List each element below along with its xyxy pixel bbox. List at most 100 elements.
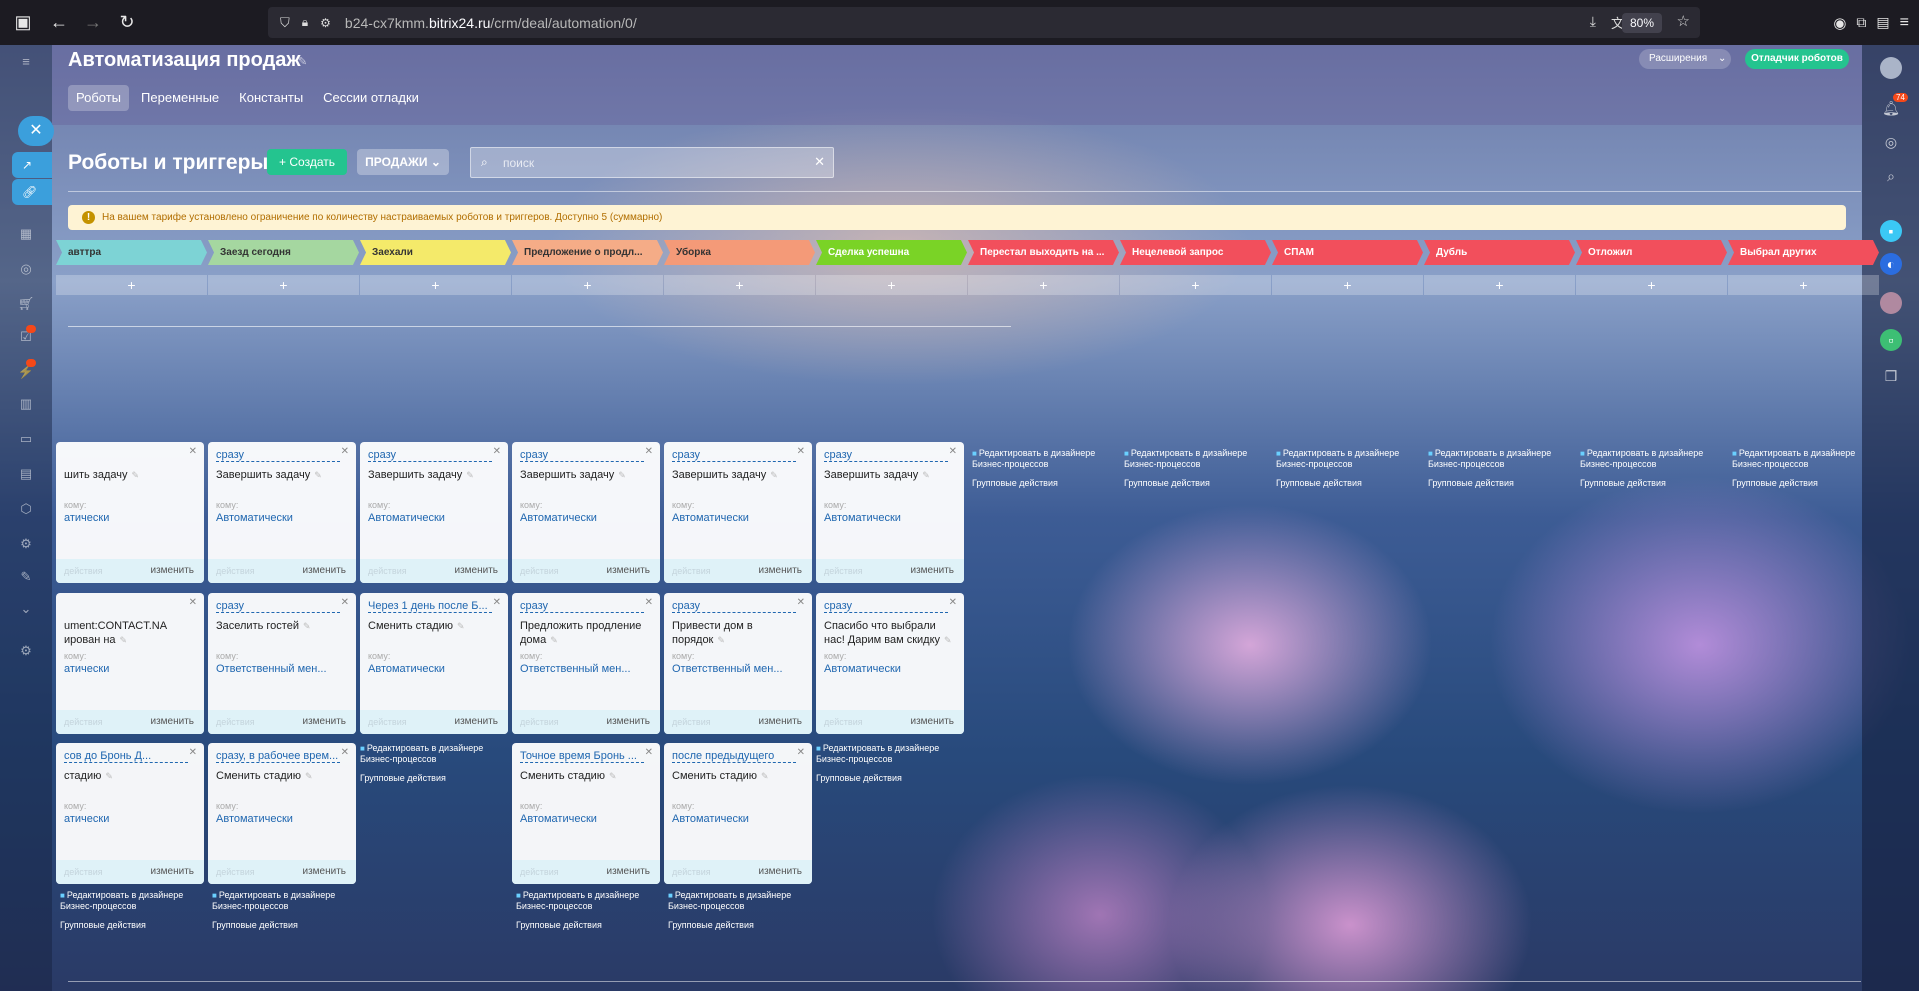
group-actions-link[interactable]: Групповые действия: [816, 773, 964, 783]
chevron-down-icon[interactable]: ⌄: [17, 600, 35, 618]
stage-column-header[interactable]: Выбрал других: [1728, 240, 1879, 265]
extensions-icon[interactable]: ⧉: [1856, 14, 1866, 31]
robot-card[interactable]: сразу ✕ Завершить задачу ✎ кому: Автоматическ…: [512, 442, 660, 583]
edit-robot-link[interactable]: изменить: [758, 716, 802, 727]
bookmarks-icon[interactable]: ▤: [1876, 14, 1889, 31]
shield-icon[interactable]: ⛉: [280, 15, 290, 31]
pencil-icon[interactable]: ✎: [922, 470, 930, 480]
assignee-link[interactable]: Автоматически: [672, 512, 806, 524]
close-icon[interactable]: ✕: [797, 446, 805, 457]
menu-icon[interactable]: ≡: [17, 53, 35, 71]
stage-column-header[interactable]: Предложение о продл...: [512, 240, 663, 265]
add-robot-button[interactable]: +: [968, 275, 1119, 295]
lock-icon[interactable]: 🔒︎: [302, 15, 308, 30]
add-robot-button[interactable]: +: [1272, 275, 1423, 295]
assignee-link[interactable]: атически: [64, 663, 198, 675]
category-selector[interactable]: ПРОДАЖИ ⌄: [357, 149, 449, 175]
robot-delay-link[interactable]: сразу: [520, 449, 644, 462]
robot-delay-link[interactable]: сов до Бронь Д...: [64, 750, 188, 763]
robot-delay-link[interactable]: сразу: [368, 449, 492, 462]
add-robot-button[interactable]: +: [360, 275, 511, 295]
cart-icon[interactable]: 🛒︎: [17, 295, 35, 313]
assignee-link[interactable]: Ответственный мен...: [672, 663, 806, 675]
pencil-icon[interactable]: ✎: [120, 635, 128, 645]
edit-robot-link[interactable]: изменить: [758, 866, 802, 877]
pencil-icon[interactable]: ✎: [131, 470, 139, 480]
add-robot-button[interactable]: +: [1576, 275, 1727, 295]
robot-card[interactable]: ✕ ument:CONTACT.NA ирован на ✎ кому: атическ…: [56, 593, 204, 734]
close-icon[interactable]: ✕: [189, 747, 197, 758]
edit-robot-link[interactable]: изменить: [910, 716, 954, 727]
group-actions-link[interactable]: Групповые действия: [212, 920, 360, 930]
robot-card[interactable]: сразу ✕ Завершить задачу ✎ кому: Автоматическ…: [360, 442, 508, 583]
group-actions-link[interactable]: Групповые действия: [1580, 478, 1728, 488]
pencil-icon[interactable]: ✎: [550, 635, 558, 645]
pencil-icon[interactable]: ✎: [105, 771, 113, 781]
assignee-link[interactable]: Автоматически: [672, 813, 806, 825]
stage-column-header[interactable]: Заехали: [360, 240, 511, 265]
assignee-link[interactable]: атически: [64, 813, 198, 825]
analytics-icon[interactable]: ▥: [17, 395, 35, 413]
edit-icon[interactable]: ✎: [17, 568, 35, 586]
robot-card[interactable]: сразу ✕ Привести дом в порядок ✎ кому: Ответс…: [664, 593, 812, 734]
robot-card[interactable]: сразу ✕ Предложить продление дома ✎ кому: Отв…: [512, 593, 660, 734]
robot-card[interactable]: сразу ✕ Завершить задачу ✎ кому: Автоматическ…: [816, 442, 964, 583]
crm-icon[interactable]: ◎: [17, 260, 35, 278]
add-robot-button[interactable]: +: [816, 275, 967, 295]
gear-icon[interactable]: ⚙: [17, 642, 35, 660]
edit-in-bp-designer-link[interactable]: ■ Редактировать в дизайнере Бизнес-процесс…: [816, 743, 964, 765]
edit-in-bp-designer-link[interactable]: ■ Редактировать в дизайнере Бизнес-процесс…: [1124, 448, 1272, 470]
close-icon[interactable]: ✕: [645, 597, 653, 608]
edit-robot-link[interactable]: изменить: [454, 565, 498, 576]
group-actions-link[interactable]: Групповые действия: [1124, 478, 1272, 488]
assignee-link[interactable]: Автоматически: [216, 813, 350, 825]
url-text[interactable]: b24-cx7kmm.bitrix24.ru/crm/deal/automati…: [345, 15, 637, 31]
inventory-icon[interactable]: ▤: [17, 465, 35, 483]
stage-column-header[interactable]: Нецелевой запрос: [1120, 240, 1271, 265]
stage-column-header[interactable]: Отложил: [1576, 240, 1727, 265]
assignee-link[interactable]: Автоматически: [824, 512, 958, 524]
tab-variables[interactable]: Переменные: [133, 85, 227, 111]
close-icon[interactable]: ✕: [645, 747, 653, 758]
robot-delay-link[interactable]: сразу: [216, 600, 340, 613]
edit-robot-link[interactable]: изменить: [302, 565, 346, 576]
activity-icon[interactable]: ◎: [1880, 131, 1902, 153]
robot-delay-link[interactable]: Через 1 день после Б...: [368, 600, 492, 613]
stage-column-header[interactable]: авттра: [56, 240, 207, 265]
bookmark-star-icon[interactable]: ☆: [1677, 12, 1690, 30]
edit-in-bp-designer-link[interactable]: ■ Редактировать в дизайнере Бизнес-процесс…: [360, 743, 508, 765]
robot-card[interactable]: Через 1 день после Б... ✕ Сменить стадию ✎ к…: [360, 593, 508, 734]
tab-constants[interactable]: Константы: [231, 85, 311, 111]
stage-column-header[interactable]: Заезд сегодня: [208, 240, 359, 265]
add-robot-button[interactable]: +: [664, 275, 815, 295]
close-icon[interactable]: ✕: [797, 747, 805, 758]
chat-icon[interactable]: ▪: [1880, 220, 1902, 242]
robot-delay-link[interactable]: сразу: [824, 449, 948, 462]
robot-delay-link[interactable]: Точное время Бронь ...: [520, 750, 644, 763]
save-page-icon[interactable]: ⤓: [1590, 13, 1596, 30]
add-robot-button[interactable]: +: [512, 275, 663, 295]
reload-icon[interactable]: ↻: [112, 7, 142, 37]
edit-in-bp-designer-link[interactable]: ■ Редактировать в дизайнере Бизнес-процесс…: [668, 890, 816, 912]
robot-card[interactable]: сразу, в рабочее врем... ✕ Сменить стадию ✎…: [208, 743, 356, 884]
assignee-link[interactable]: Автоматически: [824, 663, 958, 675]
pencil-icon[interactable]: ✎: [770, 470, 778, 480]
apps-icon[interactable]: ⬡: [17, 500, 35, 518]
pencil-icon[interactable]: ✎: [457, 621, 465, 631]
pencil-icon[interactable]: ✎: [314, 470, 322, 480]
add-robot-button[interactable]: +: [1120, 275, 1271, 295]
pencil-icon[interactable]: ✎: [305, 771, 313, 781]
assignee-link[interactable]: Ответственный мен...: [520, 663, 654, 675]
robot-delay-link[interactable]: сразу: [824, 600, 948, 613]
extensions-button[interactable]: Расширения ⌄: [1639, 49, 1731, 69]
close-icon[interactable]: ✕: [645, 446, 653, 457]
tab-robots[interactable]: Роботы: [68, 85, 130, 111]
assignee-link[interactable]: Автоматически: [368, 663, 502, 675]
stage-column-header[interactable]: Сделка успешна: [816, 240, 967, 265]
close-icon[interactable]: ✕: [797, 597, 805, 608]
pencil-icon[interactable]: ✎: [466, 470, 474, 480]
permissions-icon[interactable]: ⚙: [320, 16, 331, 30]
robot-card[interactable]: после предыдущего ✕ Сменить стадию ✎ кому: Ав…: [664, 743, 812, 884]
edit-in-bp-designer-link[interactable]: ■ Редактировать в дизайнере Бизнес-процесс…: [516, 890, 664, 912]
close-icon[interactable]: ✕: [949, 597, 957, 608]
